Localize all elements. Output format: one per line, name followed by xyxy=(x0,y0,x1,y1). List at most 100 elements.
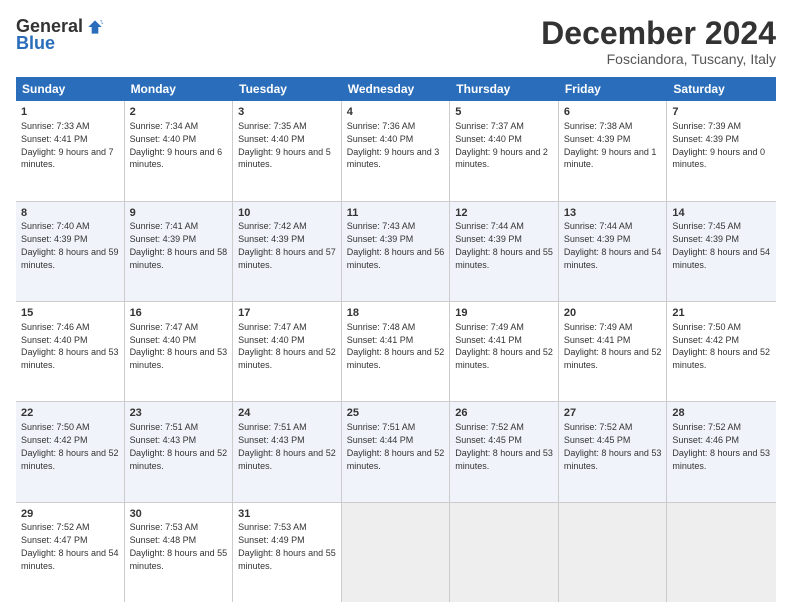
header-monday: Monday xyxy=(125,77,234,101)
day-number: 19 xyxy=(455,306,553,321)
day-number: 15 xyxy=(21,306,119,321)
day-number: 20 xyxy=(564,306,662,321)
calendar-cell: 21 Sunrise: 7:50 AM Sunset: 4:42 PM Dayl… xyxy=(667,302,776,401)
sunset-info: Sunset: 4:49 PM xyxy=(238,535,305,545)
calendar-cell: 4 Sunrise: 7:36 AM Sunset: 4:40 PM Dayli… xyxy=(342,101,451,200)
daylight-info: Daylight: 8 hours and 54 minutes. xyxy=(21,548,119,571)
daylight-info: Daylight: 9 hours and 2 minutes. xyxy=(455,147,548,170)
daylight-info: Daylight: 8 hours and 52 minutes. xyxy=(672,347,770,370)
calendar-cell xyxy=(342,503,451,602)
day-number: 17 xyxy=(238,306,336,321)
daylight-info: Daylight: 9 hours and 1 minute. xyxy=(564,147,657,170)
daylight-info: Daylight: 8 hours and 52 minutes. xyxy=(130,448,228,471)
sunrise-info: Sunrise: 7:41 AM xyxy=(130,221,199,231)
day-number: 24 xyxy=(238,406,336,421)
daylight-info: Daylight: 8 hours and 59 minutes. xyxy=(21,247,119,270)
calendar-cell: 1 Sunrise: 7:33 AM Sunset: 4:41 PM Dayli… xyxy=(16,101,125,200)
calendar-cell: 26 Sunrise: 7:52 AM Sunset: 4:45 PM Dayl… xyxy=(450,402,559,501)
calendar-cell: 10 Sunrise: 7:42 AM Sunset: 4:39 PM Dayl… xyxy=(233,202,342,301)
calendar-cell: 16 Sunrise: 7:47 AM Sunset: 4:40 PM Dayl… xyxy=(125,302,234,401)
day-number: 14 xyxy=(672,206,771,221)
daylight-info: Daylight: 8 hours and 55 minutes. xyxy=(238,548,336,571)
sunrise-info: Sunrise: 7:52 AM xyxy=(564,422,633,432)
sunset-info: Sunset: 4:46 PM xyxy=(672,435,739,445)
sunset-info: Sunset: 4:44 PM xyxy=(347,435,414,445)
daylight-info: Daylight: 8 hours and 58 minutes. xyxy=(130,247,228,270)
sunset-info: Sunset: 4:40 PM xyxy=(21,335,88,345)
day-number: 22 xyxy=(21,406,119,421)
sunrise-info: Sunrise: 7:44 AM xyxy=(455,221,524,231)
calendar-cell: 31 Sunrise: 7:53 AM Sunset: 4:49 PM Dayl… xyxy=(233,503,342,602)
sunset-info: Sunset: 4:43 PM xyxy=(238,435,305,445)
calendar-cell: 2 Sunrise: 7:34 AM Sunset: 4:40 PM Dayli… xyxy=(125,101,234,200)
sunrise-info: Sunrise: 7:49 AM xyxy=(455,322,524,332)
calendar-cell: 14 Sunrise: 7:45 AM Sunset: 4:39 PM Dayl… xyxy=(667,202,776,301)
calendar-cell: 20 Sunrise: 7:49 AM Sunset: 4:41 PM Dayl… xyxy=(559,302,668,401)
calendar-row-1: 1 Sunrise: 7:33 AM Sunset: 4:41 PM Dayli… xyxy=(16,101,776,201)
calendar-cell: 7 Sunrise: 7:39 AM Sunset: 4:39 PM Dayli… xyxy=(667,101,776,200)
day-number: 7 xyxy=(672,105,771,120)
sunrise-info: Sunrise: 7:51 AM xyxy=(238,422,307,432)
sunrise-info: Sunrise: 7:44 AM xyxy=(564,221,633,231)
daylight-info: Daylight: 9 hours and 7 minutes. xyxy=(21,147,114,170)
sunset-info: Sunset: 4:41 PM xyxy=(564,335,631,345)
sunrise-info: Sunrise: 7:53 AM xyxy=(238,522,307,532)
day-number: 16 xyxy=(130,306,228,321)
calendar-cell: 11 Sunrise: 7:43 AM Sunset: 4:39 PM Dayl… xyxy=(342,202,451,301)
header-thursday: Thursday xyxy=(450,77,559,101)
calendar-cell: 15 Sunrise: 7:46 AM Sunset: 4:40 PM Dayl… xyxy=(16,302,125,401)
day-number: 13 xyxy=(564,206,662,221)
sunrise-info: Sunrise: 7:35 AM xyxy=(238,121,307,131)
sunrise-info: Sunrise: 7:50 AM xyxy=(672,322,741,332)
daylight-info: Daylight: 8 hours and 56 minutes. xyxy=(347,247,445,270)
day-number: 4 xyxy=(347,105,445,120)
sunset-info: Sunset: 4:39 PM xyxy=(672,234,739,244)
calendar-body: 1 Sunrise: 7:33 AM Sunset: 4:41 PM Dayli… xyxy=(16,101,776,602)
calendar: Sunday Monday Tuesday Wednesday Thursday… xyxy=(16,77,776,602)
day-number: 30 xyxy=(130,507,228,522)
sunset-info: Sunset: 4:40 PM xyxy=(130,335,197,345)
header-saturday: Saturday xyxy=(667,77,776,101)
header-wednesday: Wednesday xyxy=(342,77,451,101)
calendar-cell: 30 Sunrise: 7:53 AM Sunset: 4:48 PM Dayl… xyxy=(125,503,234,602)
logo-blue: Blue xyxy=(16,33,55,54)
calendar-cell: 19 Sunrise: 7:49 AM Sunset: 4:41 PM Dayl… xyxy=(450,302,559,401)
sunrise-info: Sunrise: 7:39 AM xyxy=(672,121,741,131)
sunrise-info: Sunrise: 7:42 AM xyxy=(238,221,307,231)
calendar-cell: 24 Sunrise: 7:51 AM Sunset: 4:43 PM Dayl… xyxy=(233,402,342,501)
sunset-info: Sunset: 4:41 PM xyxy=(347,335,414,345)
page-header: General Blue December 2024 Fosciandora, … xyxy=(16,16,776,67)
sunrise-info: Sunrise: 7:40 AM xyxy=(21,221,90,231)
sunset-info: Sunset: 4:39 PM xyxy=(564,134,631,144)
title-section: December 2024 Fosciandora, Tuscany, Ital… xyxy=(541,16,776,67)
day-number: 3 xyxy=(238,105,336,120)
sunrise-info: Sunrise: 7:47 AM xyxy=(238,322,307,332)
calendar-row-3: 15 Sunrise: 7:46 AM Sunset: 4:40 PM Dayl… xyxy=(16,302,776,402)
calendar-cell: 28 Sunrise: 7:52 AM Sunset: 4:46 PM Dayl… xyxy=(667,402,776,501)
sunset-info: Sunset: 4:45 PM xyxy=(455,435,522,445)
calendar-cell xyxy=(667,503,776,602)
location: Fosciandora, Tuscany, Italy xyxy=(541,51,776,67)
sunset-info: Sunset: 4:42 PM xyxy=(21,435,88,445)
month-title: December 2024 xyxy=(541,16,776,51)
calendar-cell: 5 Sunrise: 7:37 AM Sunset: 4:40 PM Dayli… xyxy=(450,101,559,200)
header-tuesday: Tuesday xyxy=(233,77,342,101)
day-number: 25 xyxy=(347,406,445,421)
sunset-info: Sunset: 4:43 PM xyxy=(130,435,197,445)
calendar-cell xyxy=(559,503,668,602)
daylight-info: Daylight: 9 hours and 5 minutes. xyxy=(238,147,331,170)
sunset-info: Sunset: 4:40 PM xyxy=(130,134,197,144)
calendar-cell: 27 Sunrise: 7:52 AM Sunset: 4:45 PM Dayl… xyxy=(559,402,668,501)
sunset-info: Sunset: 4:47 PM xyxy=(21,535,88,545)
day-number: 27 xyxy=(564,406,662,421)
sunrise-info: Sunrise: 7:52 AM xyxy=(21,522,90,532)
sunrise-info: Sunrise: 7:34 AM xyxy=(130,121,199,131)
daylight-info: Daylight: 9 hours and 3 minutes. xyxy=(347,147,440,170)
logo-icon xyxy=(85,17,105,37)
calendar-header: Sunday Monday Tuesday Wednesday Thursday… xyxy=(16,77,776,101)
calendar-cell: 18 Sunrise: 7:48 AM Sunset: 4:41 PM Dayl… xyxy=(342,302,451,401)
sunset-info: Sunset: 4:48 PM xyxy=(130,535,197,545)
day-number: 28 xyxy=(672,406,771,421)
logo: General Blue xyxy=(16,16,105,54)
sunrise-info: Sunrise: 7:37 AM xyxy=(455,121,524,131)
